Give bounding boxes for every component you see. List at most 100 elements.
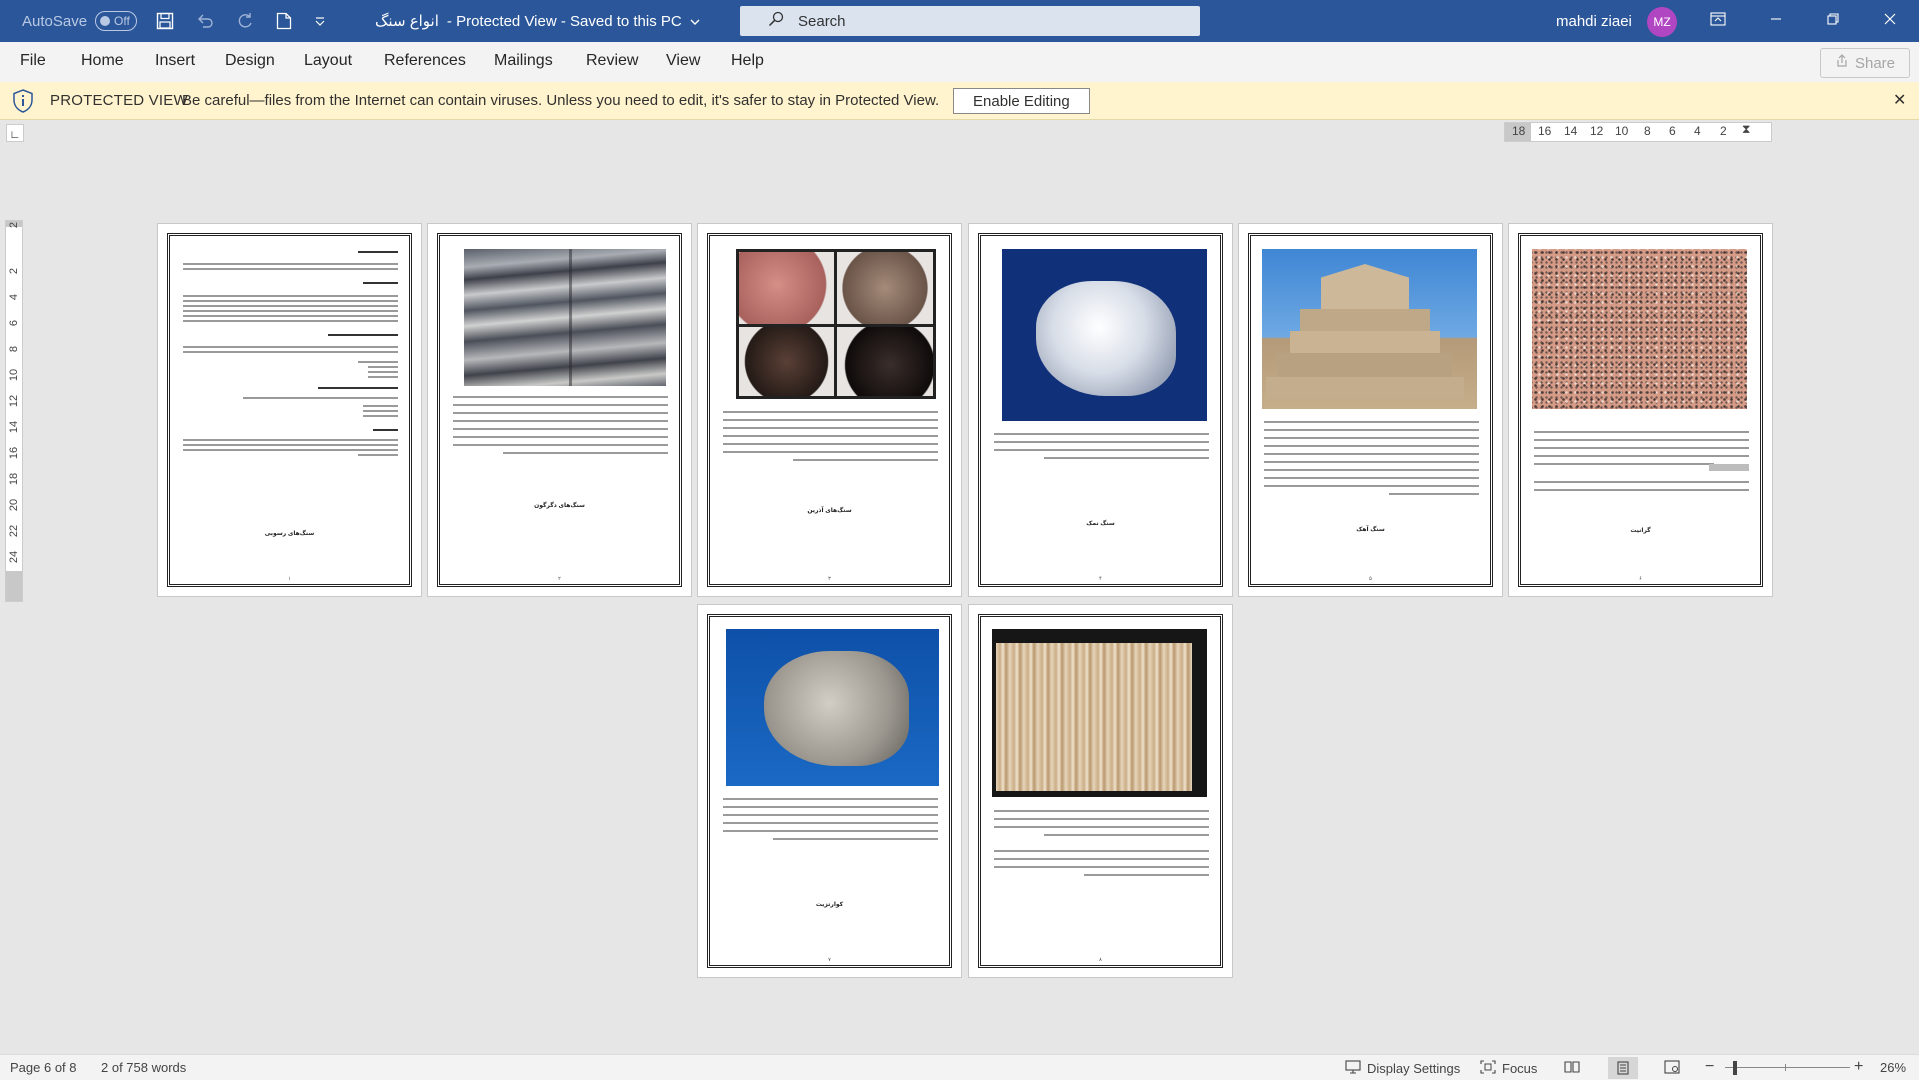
autosave-switch[interactable]: Off (95, 11, 138, 31)
vertical-ruler[interactable]: 2 2 4 6 8 10 12 14 16 18 20 22 24 (5, 220, 23, 602)
title-bar: AutoSave Off انواع سنگ - Protected View … (0, 0, 1919, 42)
undo-icon[interactable] (196, 12, 214, 30)
ruler-tick: 4 (8, 293, 20, 301)
close-icon[interactable]: ✕ (1893, 90, 1906, 110)
read-mode-icon[interactable] (1564, 1060, 1580, 1074)
document-page-7[interactable]: کوارتزیت ۷ (697, 604, 962, 978)
tab-insert[interactable]: Insert (155, 52, 195, 70)
page-caption: سنگ‌های رسوبی (264, 531, 315, 537)
new-document-icon[interactable] (276, 12, 292, 30)
quick-access-toolbar (156, 0, 326, 42)
document-page-2[interactable]: سنگ‌های دگرگون ۲ (427, 223, 692, 597)
protected-view-bar: PROTECTED VIEW Be careful—files from the… (0, 82, 1919, 120)
page-caption: گرانیت (1630, 528, 1651, 534)
restore-button[interactable] (1805, 0, 1861, 42)
avatar[interactable]: MZ (1647, 7, 1677, 37)
document-page-5[interactable]: سنگ آهک ۵ (1238, 223, 1503, 597)
page-number: ۳ (828, 576, 831, 582)
focus-icon (1480, 1060, 1496, 1077)
zoom-out-button[interactable]: − (1705, 1058, 1714, 1076)
igneous-rocks-image (736, 249, 936, 399)
ruler-tick: 6 (8, 319, 20, 327)
display-settings-button[interactable]: Display Settings (1345, 1060, 1460, 1077)
granite-image (1532, 249, 1747, 409)
tab-home[interactable]: Home (81, 52, 124, 70)
word-count[interactable]: 2 of 758 words (101, 1060, 186, 1075)
page-number: ۱ (288, 576, 291, 582)
tab-layout[interactable]: Layout (304, 52, 352, 70)
zoom-slider[interactable] (1725, 1067, 1850, 1068)
user-name[interactable]: mahdi ziaei (1556, 0, 1632, 42)
ruler-tick: 16 (8, 446, 20, 460)
redo-icon[interactable] (236, 12, 254, 30)
tab-file[interactable]: File (20, 52, 46, 70)
focus-label: Focus (1502, 1061, 1538, 1076)
ribbon-display-options-button[interactable] (1690, 0, 1746, 42)
search-box[interactable]: Search (740, 6, 1200, 36)
page-number: ۷ (828, 957, 831, 963)
ruler-tick: 10 (8, 368, 20, 382)
tab-review[interactable]: Review (586, 52, 638, 70)
save-icon[interactable] (156, 12, 174, 30)
document-title[interactable]: انواع سنگ - Protected View - Saved to th… (375, 0, 700, 42)
page-caption: سنگ آهک (1356, 527, 1385, 533)
search-placeholder: Search (798, 12, 846, 30)
ruler-tick: 18 (1512, 124, 1526, 138)
ruler-tick: 16 (1538, 124, 1552, 138)
zoom-level[interactable]: 26% (1880, 1060, 1906, 1075)
document-page-8[interactable]: ۸ (968, 604, 1233, 978)
minimize-icon (1770, 12, 1782, 30)
minimize-button[interactable] (1748, 0, 1804, 42)
tab-design[interactable]: Design (225, 52, 275, 70)
customize-toolbar-icon[interactable] (314, 15, 326, 27)
document-page-4[interactable]: سنگ نمک ۴ (968, 223, 1233, 597)
enable-editing-button[interactable]: Enable Editing (953, 88, 1090, 114)
page-number: ۴ (1099, 576, 1102, 582)
indent-marker-icon[interactable]: ⧗ (1742, 122, 1750, 137)
share-button[interactable]: Share (1820, 48, 1910, 78)
ruler-tick: 12 (8, 394, 20, 408)
display-settings-label: Display Settings (1367, 1061, 1461, 1076)
page-caption: سنگ‌های دگرگون (534, 503, 585, 509)
document-page-1[interactable]: سنگ‌های رسوبی ۱ (157, 223, 422, 597)
autosave-toggle[interactable]: AutoSave Off (22, 0, 138, 42)
zoom-in-button[interactable]: + (1854, 1058, 1863, 1076)
horizontal-ruler[interactable]: 18 16 14 12 10 8 6 4 2 ⧗ (1504, 122, 1772, 142)
ruler-tick: 22 (8, 524, 20, 538)
page-number: ۶ (1639, 576, 1642, 582)
focus-button[interactable]: Focus (1480, 1060, 1537, 1077)
restore-icon (1827, 12, 1839, 30)
ruler-tick: 18 (8, 472, 20, 486)
ruler-tick: 2 (1720, 124, 1727, 138)
page-caption: کوارتزیت (815, 902, 844, 908)
page-number: ۵ (1369, 576, 1372, 582)
close-button[interactable] (1862, 0, 1918, 42)
protected-view-message: Be careful—files from the Internet can c… (182, 92, 940, 109)
print-layout-icon[interactable] (1608, 1057, 1638, 1079)
document-status: - Protected View - Saved to this PC (446, 12, 682, 30)
page-count[interactable]: Page 6 of 8 (10, 1060, 77, 1075)
close-icon (1884, 12, 1896, 30)
tab-help[interactable]: Help (731, 52, 764, 70)
status-bar: Page 6 of 8 2 of 758 words Display Setti… (0, 1054, 1919, 1080)
ribbon-display-icon (1710, 11, 1726, 31)
chevron-down-icon (690, 13, 700, 30)
document-page-3[interactable]: سنگ‌های آذرین ۳ (697, 223, 962, 597)
display-settings-icon (1345, 1060, 1361, 1077)
share-icon (1835, 54, 1849, 72)
ribbon-tabs: File Home Insert Design Layout Reference… (0, 42, 1919, 83)
page-caption: سنگ‌های آذرین (807, 508, 852, 514)
tab-selector[interactable]: ∟ (6, 124, 24, 142)
document-page-6[interactable]: گرانیت ۶ (1508, 223, 1773, 597)
zoom-slider-thumb[interactable] (1733, 1061, 1737, 1075)
ruler-tick: 4 (1694, 124, 1701, 138)
ruler-tick: 14 (8, 420, 20, 434)
tab-view[interactable]: View (666, 52, 700, 70)
web-layout-icon[interactable] (1664, 1060, 1680, 1074)
tab-references[interactable]: References (384, 52, 466, 70)
search-icon (740, 11, 798, 31)
ruler-tick: 6 (1669, 124, 1676, 138)
autosave-label: AutoSave (22, 12, 88, 30)
tab-mailings[interactable]: Mailings (494, 52, 553, 70)
share-label: Share (1854, 54, 1896, 72)
